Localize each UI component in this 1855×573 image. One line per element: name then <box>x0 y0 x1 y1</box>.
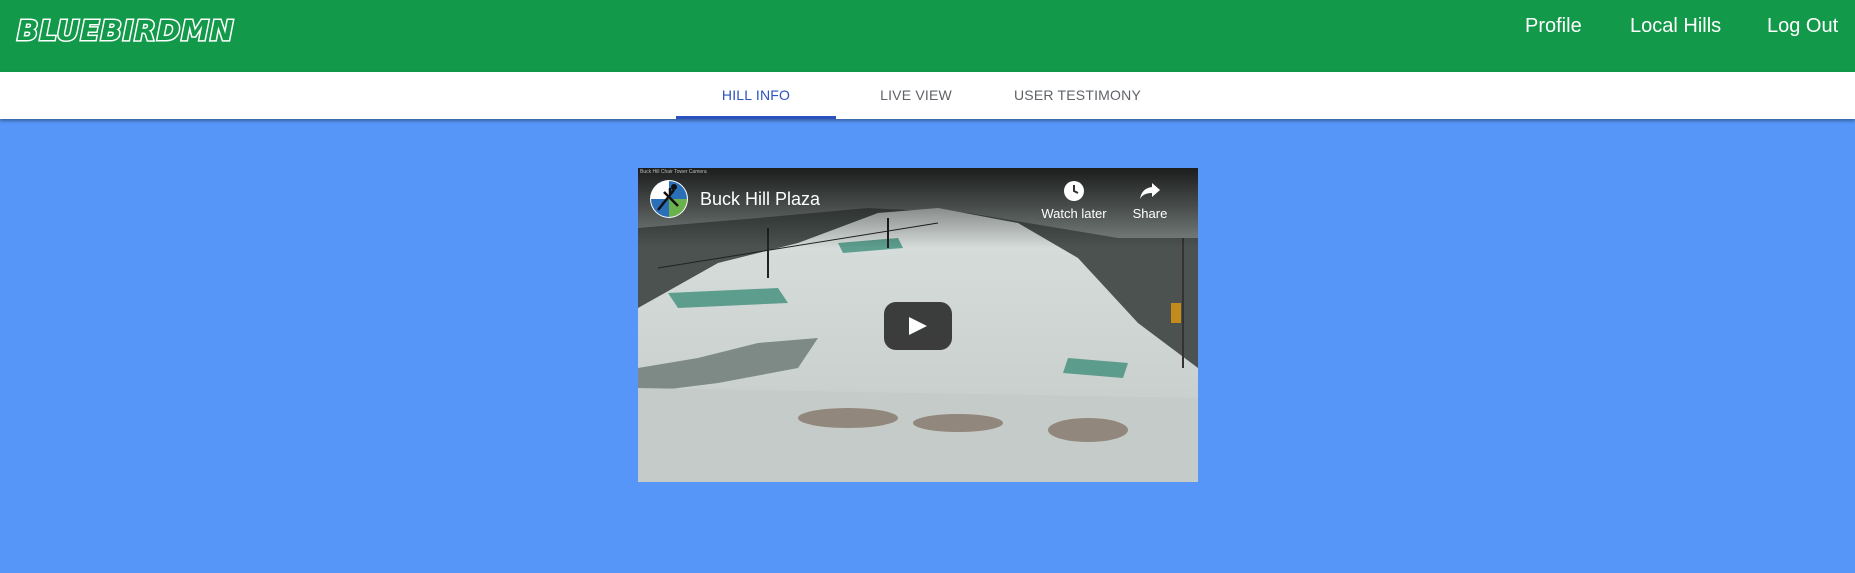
share-label: Share <box>1132 206 1168 221</box>
tab-hill-info[interactable]: HILL INFO <box>676 72 836 119</box>
top-navbar: BLUEBIRDMN Profile Local Hills Log Out <box>0 0 1855 72</box>
tab-bar: HILL INFO LIVE VIEW USER TESTIMONY <box>0 72 1855 119</box>
video-player[interactable]: Buck Hill Chair Tower Camera Buck Hill P… <box>638 168 1198 482</box>
nav-log-out-link[interactable]: Log Out <box>1767 14 1838 38</box>
watch-later-label: Watch later <box>1041 206 1107 221</box>
camera-caption: Buck Hill Chair Tower Camera <box>640 169 707 175</box>
tab-live-view[interactable]: LIVE VIEW <box>836 72 996 119</box>
play-icon <box>909 317 927 335</box>
active-tab-indicator <box>676 116 836 119</box>
video-title[interactable]: Buck Hill Plaza <box>700 189 820 210</box>
nav-local-hills-link[interactable]: Local Hills <box>1630 14 1721 38</box>
site-logo[interactable]: BLUEBIRDMN <box>15 13 234 49</box>
share-button[interactable]: Share <box>1122 180 1178 221</box>
channel-avatar[interactable] <box>650 180 688 218</box>
play-button[interactable] <box>884 302 952 350</box>
share-arrow-icon <box>1140 183 1160 199</box>
skier-logo-icon <box>651 181 687 217</box>
watch-later-button[interactable]: Watch later <box>1034 180 1114 221</box>
tab-user-testimony[interactable]: USER TESTIMONY <box>996 72 1159 119</box>
clock-icon <box>1064 181 1084 201</box>
nav-profile-link[interactable]: Profile <box>1525 14 1582 38</box>
